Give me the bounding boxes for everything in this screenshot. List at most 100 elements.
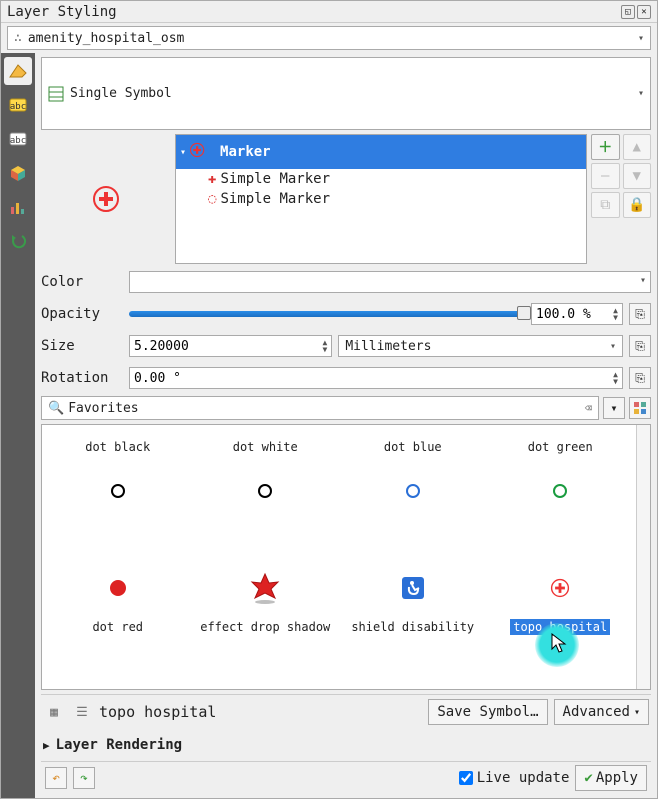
- gallery-item-dot-red[interactable]: dot red: [46, 559, 190, 679]
- opacity-row: Opacity ▲▼ ⎘: [41, 300, 651, 328]
- size-unit-combo[interactable]: Millimeters ▾: [338, 335, 623, 357]
- size-unit: Millimeters: [345, 339, 431, 354]
- symbol-type-combo[interactable]: Single Symbol ▾: [41, 57, 651, 130]
- filter-button[interactable]: ▾: [603, 397, 625, 419]
- chevron-down-icon: ▾: [640, 275, 646, 286]
- gallery-label: shield disability: [348, 619, 477, 635]
- tab-symbology[interactable]: [4, 57, 32, 85]
- dot-black-icon: [111, 484, 125, 498]
- move-down-button[interactable]: ▼: [623, 163, 652, 189]
- tree-label: Simple Marker: [220, 191, 330, 207]
- gallery-item-dot-black[interactable]: dot black: [46, 435, 190, 555]
- tree-row-marker[interactable]: ▾ Marker: [176, 135, 586, 169]
- accessibility-icon: [402, 577, 424, 599]
- opacity-slider[interactable]: [129, 303, 525, 325]
- advanced-button[interactable]: Advanced▾: [554, 699, 649, 725]
- chevron-down-icon: ▾: [638, 33, 644, 44]
- rotation-value[interactable]: [134, 371, 609, 386]
- gallery-label: dot black: [82, 439, 153, 455]
- live-update-input[interactable]: [459, 771, 473, 785]
- rotation-spin[interactable]: ▲▼: [129, 367, 623, 389]
- close-button[interactable]: ✕: [637, 5, 651, 19]
- search-text: Favorites: [68, 401, 138, 416]
- rotation-label: Rotation: [41, 370, 123, 386]
- view-list-button[interactable]: ☰: [71, 701, 93, 723]
- svg-text:abc: abc: [10, 102, 26, 112]
- layer-icon: ∴: [14, 31, 22, 46]
- color-picker[interactable]: ▾: [129, 271, 651, 293]
- hospital-icon: [551, 579, 569, 597]
- tree-row-simple-marker-2[interactable]: ◌ Simple Marker: [176, 189, 586, 209]
- apply-button[interactable]: ✔ Apply: [575, 765, 647, 791]
- size-spin[interactable]: ▲▼: [129, 335, 332, 357]
- gallery-item-drop-shadow[interactable]: effect drop shadow: [194, 559, 338, 679]
- opacity-dd-button[interactable]: ⎘: [629, 303, 651, 325]
- starburst-icon: [247, 570, 283, 606]
- add-layer-button[interactable]: ＋: [591, 134, 620, 160]
- tab-masks[interactable]: abc: [4, 125, 32, 153]
- selected-symbol-name: topo hospital: [99, 703, 216, 721]
- gallery-search[interactable]: 🔍 Favorites ⌫: [41, 396, 599, 420]
- style-manager-button[interactable]: [629, 397, 651, 419]
- dot-green-icon: [553, 484, 567, 498]
- svg-text:abc: abc: [10, 136, 26, 146]
- gallery-scrollbar[interactable]: [636, 425, 650, 689]
- live-update-checkbox[interactable]: Live update: [459, 770, 570, 786]
- gallery-item-dot-white[interactable]: dot white: [194, 435, 338, 555]
- circle-outline-icon: ◌: [208, 191, 216, 207]
- lock-layer-button[interactable]: 🔒: [623, 192, 652, 218]
- tree-row-simple-marker-1[interactable]: ✚ Simple Marker: [176, 169, 586, 189]
- undo-button[interactable]: ↶: [45, 767, 67, 789]
- hospital-icon: [93, 186, 119, 212]
- single-symbol-icon: [48, 86, 64, 102]
- gallery-search-row: 🔍 Favorites ⌫ ▾: [41, 396, 651, 420]
- expand-icon[interactable]: ▾: [180, 147, 186, 158]
- duplicate-layer-button[interactable]: ⧉: [591, 192, 620, 218]
- size-dd-button[interactable]: ⎘: [629, 335, 651, 357]
- size-row: Size ▲▼ Millimeters ▾ ⎘: [41, 332, 651, 360]
- tab-labels[interactable]: abc: [4, 91, 32, 119]
- move-up-button[interactable]: ▲: [623, 134, 652, 160]
- remove-layer-button[interactable]: —: [591, 163, 620, 189]
- color-row: Color ▾: [41, 268, 651, 296]
- undock-button[interactable]: ◱: [621, 5, 635, 19]
- redo-button[interactable]: ↷: [73, 767, 95, 789]
- search-icon: 🔍: [48, 401, 64, 416]
- save-symbol-button[interactable]: Save Symbol…: [428, 699, 547, 725]
- tab-3dview[interactable]: [4, 159, 32, 187]
- dot-white-icon: [258, 484, 272, 498]
- color-label: Color: [41, 274, 123, 290]
- main-area: Single Symbol ▾ ▾: [35, 53, 657, 798]
- gallery-label: topo hospital: [510, 619, 610, 635]
- layer-styling-panel: Layer Styling ◱ ✕ ∴ amenity_hospital_osm…: [0, 0, 658, 799]
- layer-rendering-section[interactable]: ▶ Layer Rendering: [41, 733, 651, 757]
- chevron-down-icon: ▾: [610, 341, 616, 352]
- footer: ↶ ↷ Live update ✔ Apply: [41, 761, 651, 794]
- gallery-item-shield-disability[interactable]: shield disability: [341, 559, 485, 679]
- gallery-item-dot-blue[interactable]: dot blue: [341, 435, 485, 555]
- panel-title: Layer Styling: [7, 4, 619, 20]
- gallery-label: dot blue: [381, 439, 445, 455]
- gallery-item-dot-green[interactable]: dot green: [489, 435, 633, 555]
- tree-label: Simple Marker: [220, 171, 330, 187]
- gallery-item-topo-hospital[interactable]: topo hospital: [489, 559, 633, 679]
- layer-combo[interactable]: ∴ amenity_hospital_osm ▾: [7, 26, 651, 50]
- rotation-dd-button[interactable]: ⎘: [629, 367, 651, 389]
- layer-selector-row: ∴ amenity_hospital_osm ▾: [1, 23, 657, 53]
- opacity-spin[interactable]: ▲▼: [531, 303, 623, 325]
- layer-action-buttons: ＋ ▲ — ▼ ⧉ 🔒: [591, 134, 651, 264]
- slider-thumb[interactable]: [517, 306, 531, 320]
- live-update-label: Live update: [477, 770, 570, 786]
- tab-history[interactable]: [4, 227, 32, 255]
- clear-search-icon[interactable]: ⌫: [585, 401, 592, 415]
- view-icons-button[interactable]: ▦: [43, 701, 65, 723]
- opacity-value[interactable]: [536, 307, 609, 322]
- symbol-layer-tree[interactable]: ▾ Marker ✚ Simple Marker: [175, 134, 587, 264]
- dot-red-icon: [110, 580, 126, 596]
- size-value[interactable]: [134, 339, 319, 354]
- disclosure-icon: ▶: [43, 739, 50, 752]
- rotation-row: Rotation ▲▼ ⎘: [41, 364, 651, 392]
- marker-swatch: [190, 137, 216, 167]
- tab-diagrams[interactable]: [4, 193, 32, 221]
- symbol-preview: [41, 134, 171, 264]
